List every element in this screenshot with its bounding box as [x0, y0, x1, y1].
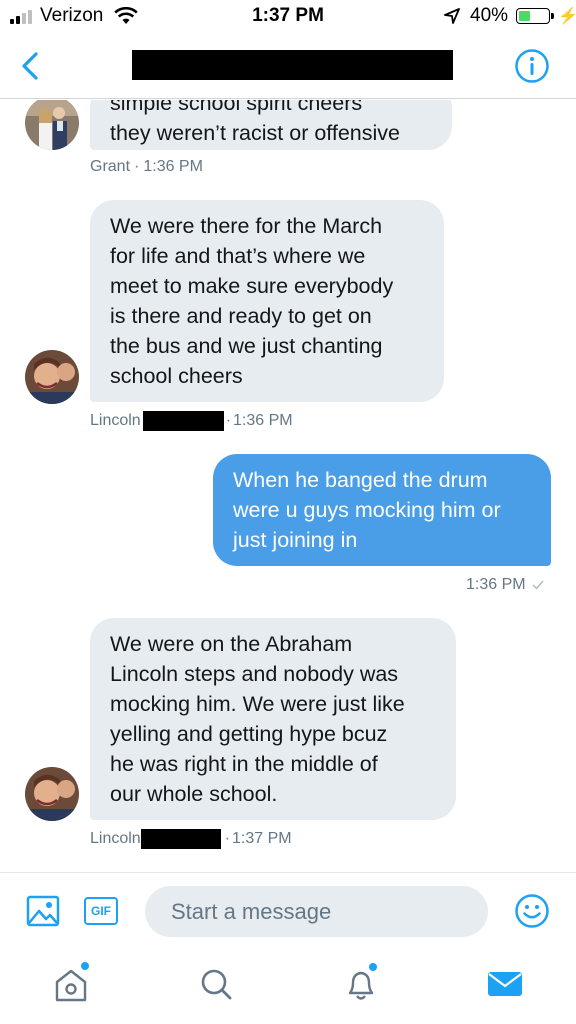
emoji-button[interactable] [514, 893, 550, 929]
notification-dot [81, 962, 89, 970]
message-meta: Lincoln · 1:36 PM [90, 411, 293, 431]
back-button[interactable] [14, 48, 50, 84]
message-composer: GIF [0, 872, 576, 950]
redacted-conversation-title[interactable] [132, 50, 453, 80]
user-photo-icon [25, 350, 79, 404]
checkmark-icon [532, 580, 544, 590]
gif-button[interactable]: GIF [84, 897, 118, 925]
mail-icon [488, 972, 522, 996]
add-media-button[interactable] [26, 895, 60, 927]
search-icon [201, 969, 232, 1000]
message-time: 1:37 PM [232, 830, 292, 847]
message-text-line: he was right in the middle of [110, 752, 378, 776]
separator-dot: · [224, 830, 231, 847]
message-text-line: yelling and getting hype bcuz [110, 722, 388, 746]
user-photo-icon [25, 767, 79, 821]
message-bubble-incoming[interactable]: We were on the Abraham Lincoln steps and… [90, 618, 456, 820]
message-text-line: they weren’t racist or offensive [110, 121, 400, 145]
charging-bolt-icon: ⚡ [558, 8, 576, 25]
message-time: 1:36 PM [466, 576, 526, 593]
separator-dot: · [225, 412, 232, 429]
message-text-line: We were there for the March [110, 214, 383, 238]
message-time: 1:36 PM [233, 412, 293, 429]
tab-messages[interactable] [485, 964, 525, 1004]
message-input[interactable] [145, 886, 488, 937]
message-text-line: Lincoln steps and nobody was [110, 662, 399, 686]
battery-tip [551, 13, 554, 19]
chevron-left-icon [22, 52, 38, 80]
message-text-line: mocking him. We were just like [110, 692, 405, 716]
sender-name: Lincoln [90, 412, 141, 429]
message-text-line: simple school spirit cheers [110, 100, 363, 115]
tab-home[interactable] [51, 962, 91, 1004]
conversation-header [0, 36, 576, 99]
message-bubble-incoming[interactable]: simple school spirit cheers they weren’t… [90, 100, 452, 150]
redacted-surname [142, 411, 224, 431]
sender-name: Lincoln [90, 830, 141, 847]
message-text-line: for life and that’s where we [110, 244, 366, 268]
user-photo-icon [25, 100, 79, 150]
bottom-tab-bar [0, 950, 576, 1024]
message-meta: Lincoln · 1:37 PM [90, 829, 292, 849]
message-text-line: school cheers [110, 364, 243, 388]
battery-percentage: 40% [470, 5, 509, 26]
notification-dot [369, 963, 377, 971]
avatar-lincoln[interactable] [25, 767, 79, 821]
message-text-line: meet to make sure everybody [110, 274, 394, 298]
avatar-lincoln[interactable] [25, 350, 79, 404]
message-text-line: our whole school. [110, 782, 278, 806]
location-arrow-icon [444, 8, 460, 24]
message-text-line: We were on the Abraham [110, 632, 353, 656]
sender-name: Grant [90, 158, 131, 175]
info-button[interactable] [514, 48, 550, 84]
separator-dot: · [134, 158, 140, 175]
home-icon [55, 969, 87, 1002]
avatar-grant[interactable] [25, 100, 79, 150]
message-text-line: just joining in [233, 528, 358, 552]
message-text-line: the bus and we just chanting [110, 334, 383, 358]
message-bubble-outgoing[interactable]: When he banged the drum were u guys mock… [213, 454, 551, 566]
message-thread[interactable]: simple school spirit cheers they weren’t… [0, 100, 576, 872]
tab-search[interactable] [196, 964, 236, 1004]
message-time: 1:36 PM [143, 158, 203, 175]
info-icon [515, 49, 549, 83]
message-text-line: When he banged the drum [233, 468, 488, 492]
image-icon [26, 895, 60, 927]
battery-level-fill [519, 11, 531, 21]
battery-icon [516, 8, 550, 24]
tab-notifications[interactable] [341, 963, 381, 1004]
redacted-surname [140, 829, 221, 849]
message-meta: Grant · 1:36 PM [90, 158, 203, 176]
message-text-line: is there and ready to get on [110, 304, 372, 328]
message-bubble-incoming[interactable]: We were there for the March for life and… [90, 200, 444, 402]
smiley-icon [515, 894, 549, 928]
message-meta: 1:36 PM [466, 576, 544, 594]
message-text-line: were u guys mocking him or [233, 498, 501, 522]
status-bar: Verizon 1:37 PM 40% ⚡ [0, 0, 576, 36]
